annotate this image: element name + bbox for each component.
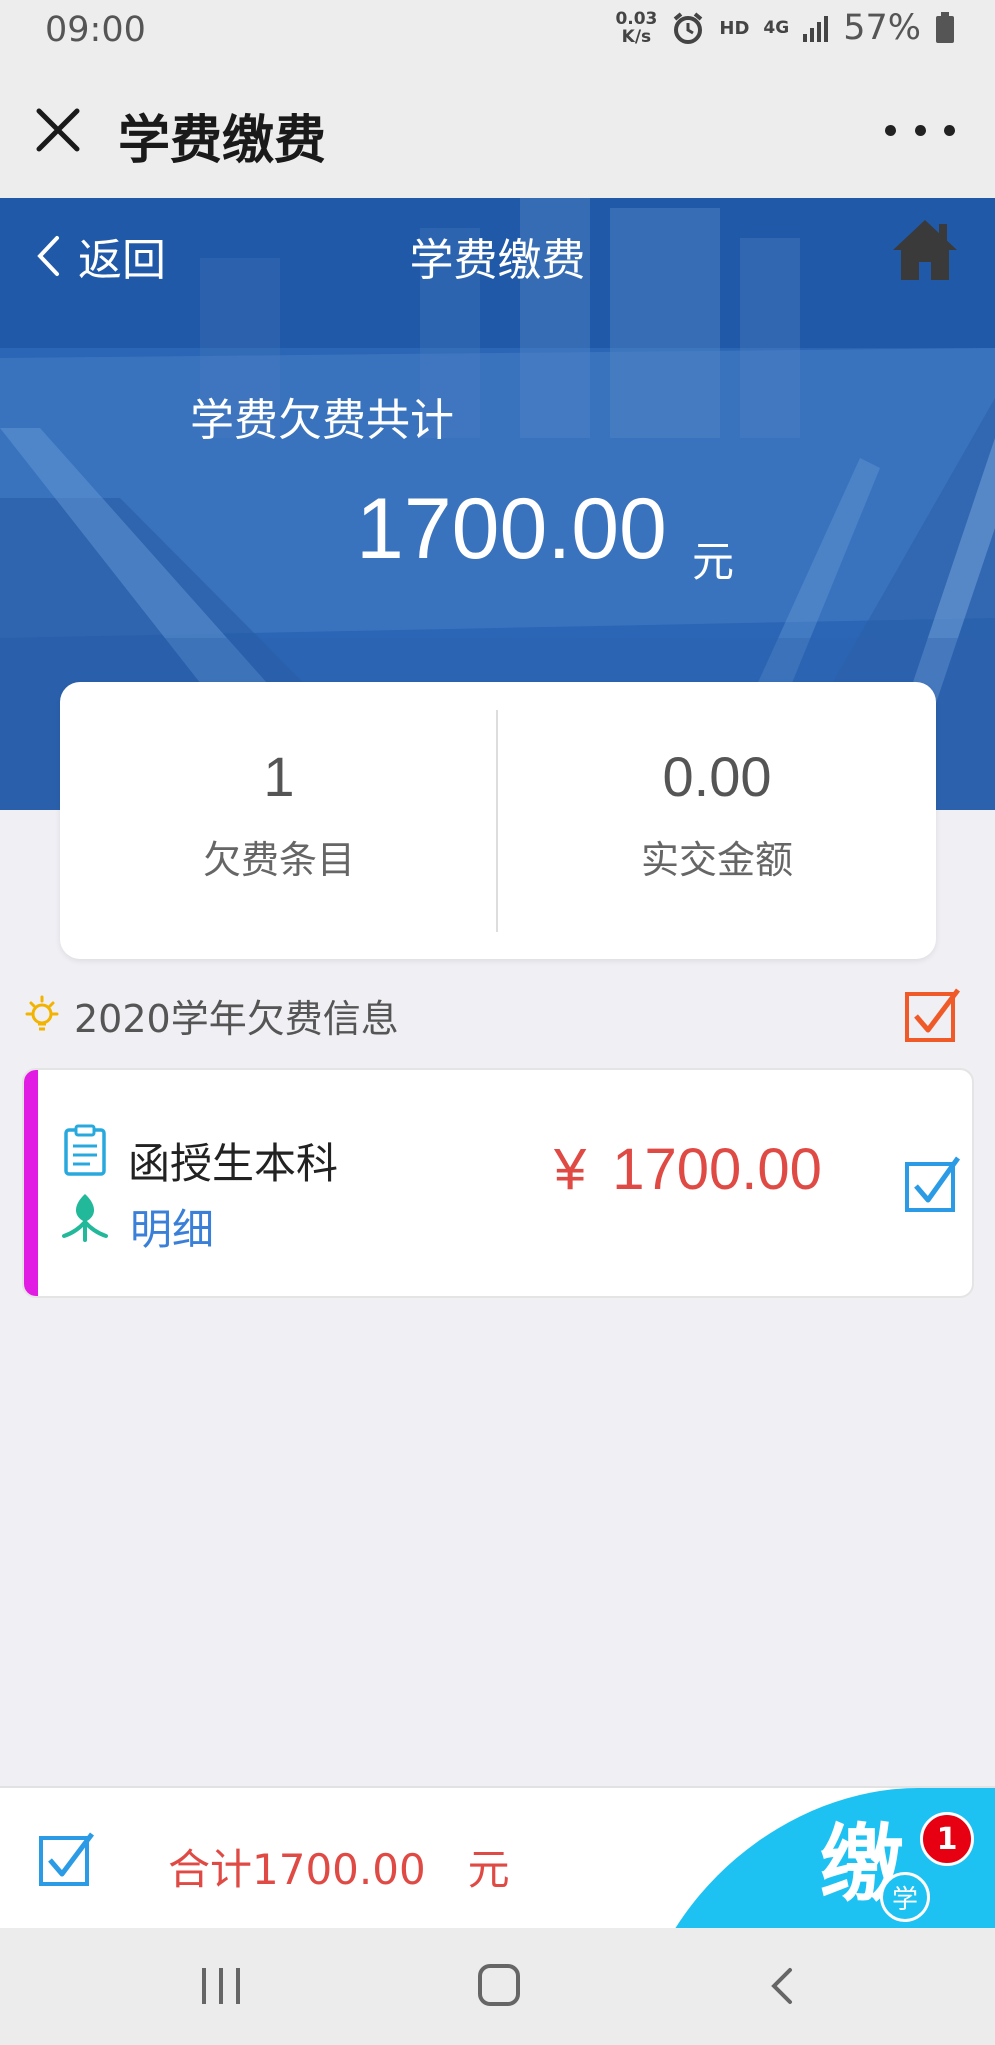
net-speed-value: 0.03 [615, 9, 658, 29]
net-speed: 0.03 K/s [615, 10, 657, 46]
status-icons: 0.03 K/s HD 4G 57% [615, 8, 955, 48]
wechat-title: 学费缴费 [118, 111, 327, 171]
net-speed-unit: K/s [621, 27, 652, 47]
fee-item-card[interactable]: 函授生本科 明细 ¥1700.00 [22, 1068, 974, 1298]
recent-apps-button[interactable] [202, 1968, 240, 2004]
system-home-button[interactable] [478, 1964, 520, 2006]
fee-item-amount-value: 1700.00 [612, 1137, 822, 1202]
fee-item-accent [24, 1070, 38, 1296]
clipboard-icon [64, 1124, 106, 1176]
items-label: 欠费条目 [202, 838, 355, 882]
pay-button-sublabel[interactable]: 学 [880, 1872, 930, 1922]
owed-total-amount: 1700.00 [356, 481, 667, 577]
currency-symbol: ¥ [554, 1137, 587, 1202]
home-button[interactable] [891, 216, 959, 284]
lightbulb-icon [25, 995, 59, 1031]
paid-label: 实交金额 [640, 838, 793, 882]
cart-count-badge: 1 [920, 1812, 974, 1866]
more-button[interactable] [885, 110, 955, 150]
fee-item-amount: ¥1700.00 [554, 1136, 822, 1203]
battery-percent: 57% [843, 8, 921, 48]
summary-items: 1 欠费条目 [60, 682, 498, 959]
fee-item-name: 函授生本科 [128, 1139, 339, 1188]
checkout-bar: 合计1700.00 元 缴 学 1 [0, 1786, 995, 1928]
owed-total-label: 学费欠费共计 [190, 395, 454, 446]
checkbox-checked-icon[interactable] [904, 986, 962, 1044]
network-type: 4G [763, 17, 790, 38]
summary-card: 1 欠费条目 0.00 实交金额 [60, 682, 936, 959]
wechat-title-bar: 学费缴费 [0, 60, 995, 198]
signal-icon [803, 16, 829, 42]
checkbox-checked-icon[interactable] [904, 1154, 962, 1214]
battery-icon [936, 12, 954, 43]
close-button[interactable] [30, 102, 86, 158]
more-icon [885, 124, 896, 136]
hd-indicator: HD [719, 17, 750, 39]
fee-item-detail-link[interactable]: 明细 [130, 1196, 214, 1257]
items-count: 1 [263, 745, 295, 808]
alarm-icon [674, 12, 703, 44]
home-icon [893, 220, 957, 280]
page-title: 学费缴费 [409, 235, 586, 286]
status-time: 09:00 [45, 10, 146, 50]
detail-leaf-icon [62, 1194, 108, 1242]
total-amount-text: 合计1700.00 元 [168, 1845, 510, 1894]
section-header: 2020学年欠费信息 [22, 988, 972, 1042]
paid-amount: 0.00 [662, 745, 772, 808]
status-bar: 09:00 0.03 K/s HD 4G 57% [0, 0, 995, 60]
section-title: 2020学年欠费信息 [74, 996, 399, 1041]
system-nav-bar [0, 1928, 995, 2045]
summary-paid: 0.00 实交金额 [498, 682, 936, 959]
owed-total-unit: 元 [692, 537, 735, 586]
system-back-icon[interactable] [762, 1966, 802, 2006]
close-icon [36, 108, 80, 152]
checkbox-checked-icon[interactable] [38, 1830, 96, 1888]
